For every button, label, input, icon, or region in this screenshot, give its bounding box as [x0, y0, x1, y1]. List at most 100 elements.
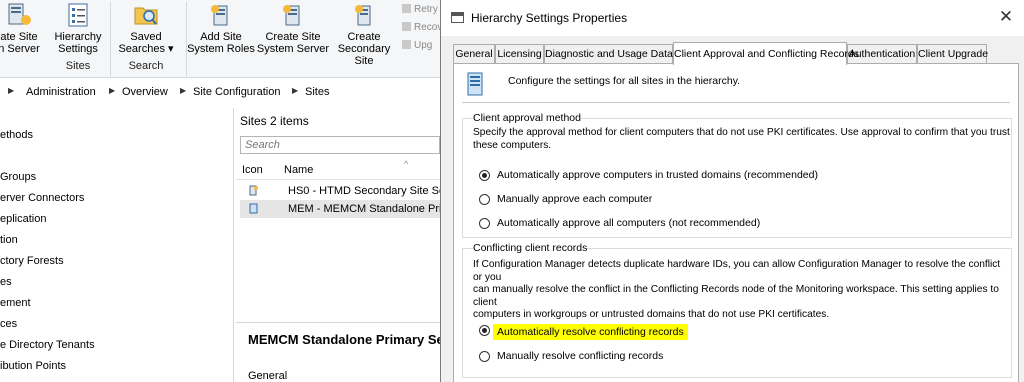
- radio-circle: [479, 194, 490, 205]
- retry-command[interactable]: Retry: [402, 4, 438, 15]
- server-new-icon: [280, 2, 306, 28]
- tab-page: Configure the settings for all sites in …: [453, 63, 1019, 382]
- ribbon-label: System Server: [256, 43, 330, 55]
- small-command-label: Retry: [414, 4, 438, 15]
- radio-label: Automatically approve all computers (not…: [497, 217, 761, 229]
- ribbon-label: n Server: [0, 43, 40, 55]
- breadcrumb-arrow-icon: ▶: [8, 86, 15, 95]
- nav-item[interactable]: ement: [0, 297, 31, 309]
- nav-item[interactable]: ethods: [0, 129, 33, 141]
- page-description: Configure the settings for all sites in …: [508, 75, 741, 87]
- nav-item[interactable]: Groups: [0, 171, 36, 183]
- nav-item[interactable]: ces: [0, 318, 17, 330]
- breadcrumb-item-overview[interactable]: Overview: [122, 86, 168, 98]
- conflicting-records-title: Conflicting client records: [473, 242, 588, 254]
- recover-icon: [402, 22, 411, 31]
- close-button[interactable]: ✕: [995, 6, 1017, 28]
- breadcrumb-item-administration[interactable]: Administration: [26, 86, 96, 98]
- column-icon[interactable]: Icon: [242, 164, 263, 176]
- small-command-label: Recov: [414, 22, 443, 33]
- ribbon-label: Create: [347, 31, 381, 43]
- description-line: If Configuration Manager detects duplica…: [473, 259, 1001, 283]
- tab-licensing[interactable]: Licensing: [495, 44, 544, 64]
- ribbon-separator: [110, 2, 111, 76]
- dialog-title: Hierarchy Settings Properties: [471, 11, 628, 25]
- client-approval-group: Client approval method Specify the appro…: [462, 112, 1012, 238]
- radio-label: Automatically resolve conflicting record…: [497, 324, 688, 340]
- ribbon-label: Hierarchy: [54, 31, 102, 43]
- description-line: these computers.: [473, 139, 552, 151]
- create-site-system-server-button[interactable]: Create Site System Server: [256, 2, 330, 55]
- upgrade-command[interactable]: Upg: [402, 40, 432, 51]
- create-secondary-site-button[interactable]: Create Secondary Site: [328, 2, 400, 67]
- ribbon-label: Saved: [130, 31, 162, 43]
- ribbon-label: Searches ▾: [118, 43, 174, 55]
- hierarchy-settings-button[interactable]: Hierarchy Settings: [52, 2, 104, 55]
- description-line: can manually resolve the conflict in the…: [473, 284, 999, 308]
- nav-item[interactable]: tion: [0, 234, 18, 246]
- sites-list-pane: Sites 2 items Icon Name ^ HS0 - HTMD Sec…: [236, 108, 463, 382]
- detail-section-general: General: [248, 370, 288, 382]
- radio-circle: [479, 325, 490, 336]
- nav-item[interactable]: es: [0, 276, 12, 288]
- ribbon-group-search: Search: [128, 60, 164, 72]
- server-add-icon: [208, 2, 234, 28]
- tab-general[interactable]: General: [453, 44, 495, 64]
- breadcrumb-item-site-configuration[interactable]: Site Configuration: [193, 86, 280, 98]
- upgrade-icon: [402, 40, 411, 49]
- nav-item[interactable]: ctory Forests: [0, 255, 64, 267]
- site-name: MEM - MEMCM Standalone Prim: [288, 203, 442, 215]
- nav-item[interactable]: eplication: [0, 213, 46, 225]
- primary-site-icon: [248, 203, 259, 214]
- ribbon-label: ate Site: [0, 31, 38, 43]
- hierarchy-settings-dialog: Hierarchy Settings Properties ✕ General …: [440, 0, 1024, 382]
- site-name: HS0 - HTMD Secondary Site Serv: [288, 185, 442, 197]
- search-input[interactable]: [240, 136, 440, 154]
- description-line: Specify the approval method for client c…: [473, 127, 1010, 138]
- breadcrumb-arrow-icon: ▶: [292, 86, 299, 95]
- dialog-titlebar: Hierarchy Settings Properties ✕: [441, 0, 1024, 36]
- small-command-label: Upg: [414, 40, 433, 51]
- tab-diagnostic-usage-data[interactable]: Diagnostic and Usage Data: [544, 44, 673, 64]
- recover-command[interactable]: Recov: [402, 22, 442, 33]
- description-line: computers in workgroups or untrusted dom…: [473, 309, 830, 320]
- settings-list-icon: [65, 2, 91, 28]
- column-name[interactable]: Name: [284, 164, 313, 176]
- divider: [236, 322, 442, 323]
- sites-count-header: Sites 2 items: [240, 114, 309, 128]
- saved-searches-button[interactable]: Saved Searches ▾: [114, 2, 178, 55]
- breadcrumb-arrow-icon: ▶: [180, 86, 187, 95]
- ribbon-label: Secondary Site: [337, 43, 391, 67]
- table-row[interactable]: HS0 - HTMD Secondary Site Serv: [240, 182, 442, 200]
- navigation-pane: ethods Groups erver Connectors eplicatio…: [0, 108, 234, 382]
- secondary-site-icon: [248, 185, 259, 196]
- ribbon-label: Settings: [58, 43, 98, 55]
- folder-search-icon: [133, 2, 159, 28]
- column-sort-icon: ^: [404, 159, 409, 169]
- conflicting-records-description: If Configuration Manager detects duplica…: [473, 259, 1011, 322]
- hierarchy-settings-icon: [466, 72, 484, 96]
- radio-label: Manually resolve conflicting records: [497, 350, 664, 362]
- client-approval-description: Specify the approval method for client c…: [473, 127, 1010, 152]
- add-site-system-roles-button[interactable]: Add Site System Roles: [186, 2, 256, 55]
- table-row[interactable]: MEM - MEMCM Standalone Prim: [240, 200, 442, 218]
- ribbon-label: Create Site: [265, 31, 321, 43]
- nav-item[interactable]: ibution Points: [0, 360, 66, 372]
- tab-client-upgrade[interactable]: Client Upgrade: [917, 44, 988, 64]
- divider: [462, 102, 1010, 103]
- nav-item[interactable]: erver Connectors: [0, 192, 84, 204]
- radio-circle: [479, 351, 490, 362]
- list-column-header: Icon Name ^: [236, 159, 442, 180]
- secondary-site-icon: [351, 2, 377, 28]
- conflicting-records-group: Conflicting client records If Configurat…: [462, 242, 1012, 378]
- create-site-system-server-button[interactable]: ate Site n Server: [0, 2, 44, 55]
- client-approval-title: Client approval method: [473, 112, 581, 124]
- radio-label: Automatically approve computers in trust…: [497, 169, 818, 181]
- ribbon-label: Add Site: [200, 31, 242, 43]
- detail-title: MEMCM Standalone Primary Serve: [248, 332, 464, 347]
- breadcrumb-item-sites[interactable]: Sites: [305, 86, 329, 98]
- radio-circle: [479, 170, 490, 181]
- tab-client-approval[interactable]: Client Approval and Conflicting Records: [673, 42, 859, 65]
- breadcrumb: ▶ Administration ▶ Overview ▶ Site Confi…: [0, 82, 440, 102]
- nav-item[interactable]: e Directory Tenants: [0, 339, 95, 351]
